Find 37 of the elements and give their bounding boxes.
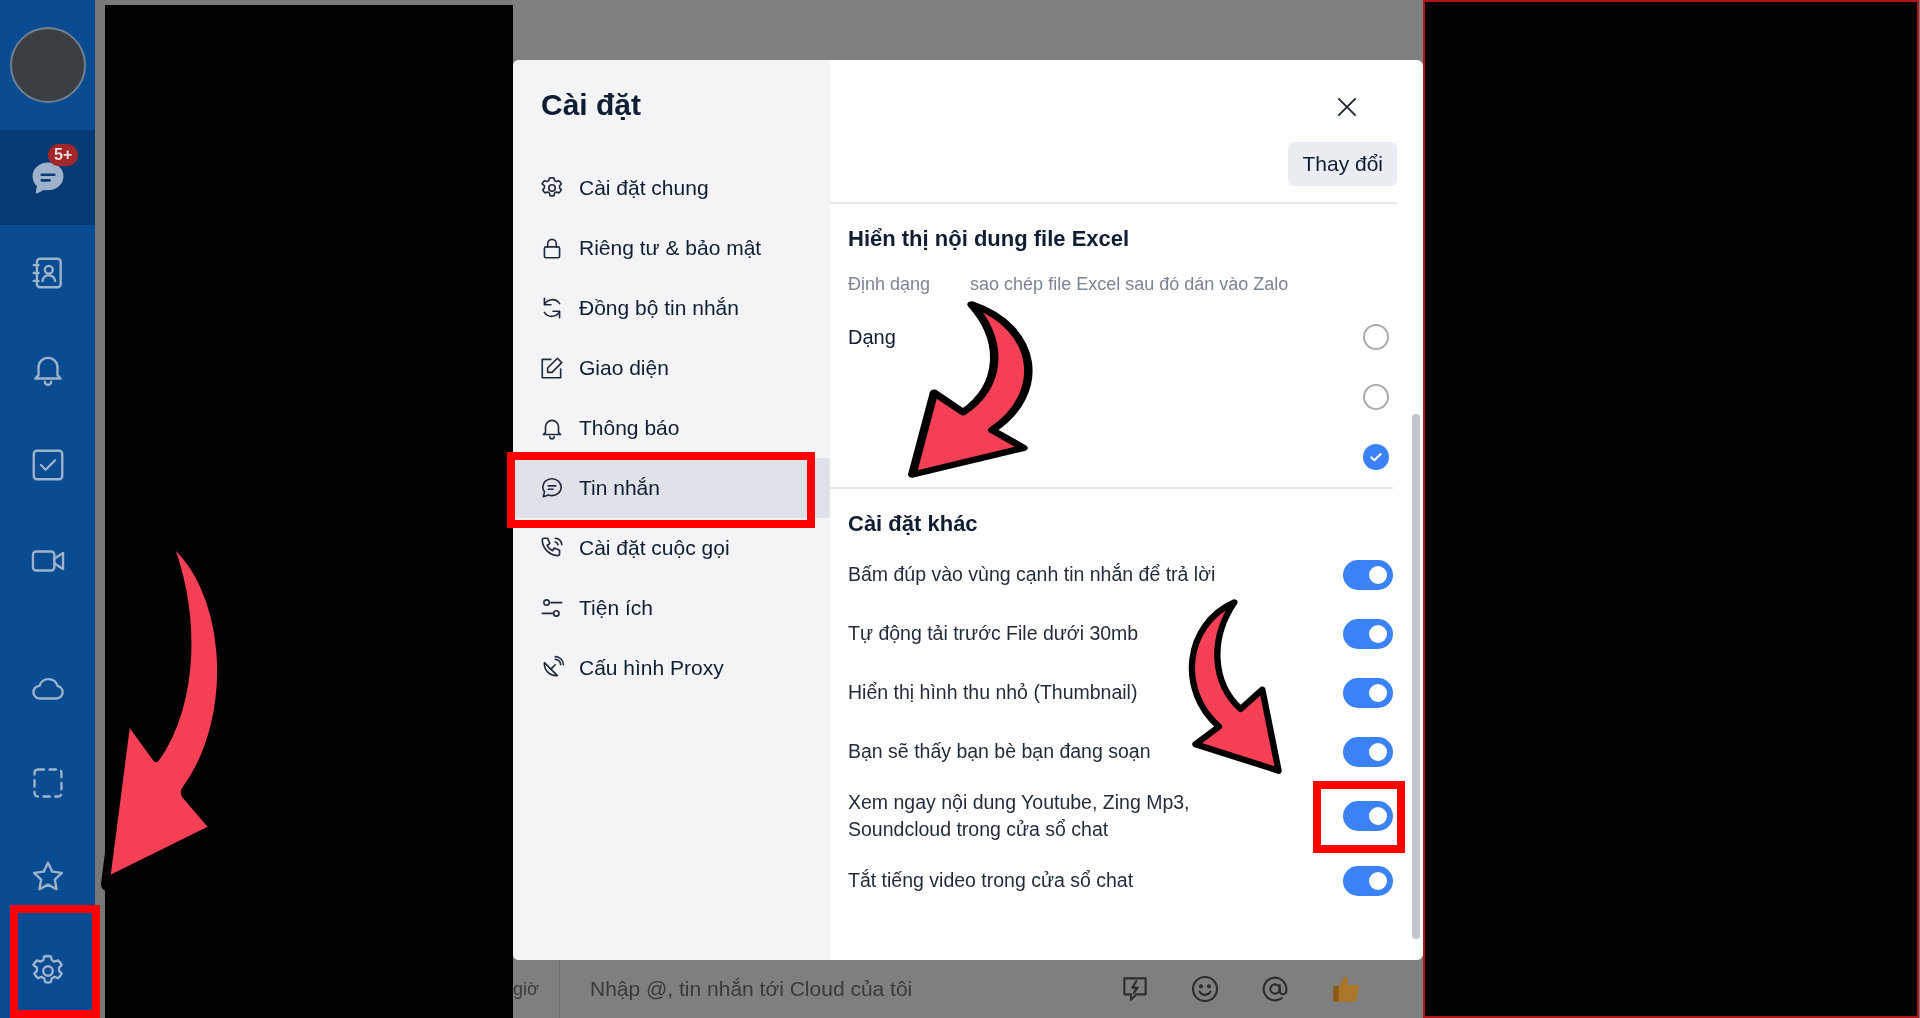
- settings-menu-item[interactable]: Riêng tư & bảo mật: [513, 218, 830, 278]
- toggle-switch[interactable]: [1343, 559, 1393, 590]
- settings-menu-item[interactable]: Cài đặt cuộc gọi: [513, 518, 830, 578]
- settings-menu-item[interactable]: Cấu hình Proxy: [513, 638, 830, 698]
- setting-label: Bấm đúp vào vùng cạnh tin nhắn để trả lời: [848, 561, 1216, 587]
- toggle-switch[interactable]: [1343, 801, 1393, 831]
- toggle-switch[interactable]: [1343, 677, 1393, 708]
- section-title: Cài đặt khác: [848, 511, 979, 537]
- settings-menu-item[interactable]: Tiện ích: [513, 578, 830, 638]
- unread-badge: 5+: [48, 144, 79, 166]
- section-description: sao chép file Excel sau đó dán vào Zalo: [970, 274, 1289, 295]
- toggle-switch[interactable]: [1343, 736, 1393, 767]
- setting-label: Xem ngay nội dung Youtube, Zing Mp3, Soundcloud trong cửa sổ chat: [848, 789, 1191, 842]
- scrollbar[interactable]: [1412, 414, 1420, 939]
- settings-menu-item[interactable]: Giao diện: [513, 338, 830, 398]
- setting-label: Tắt tiếng video trong cửa sổ chat: [848, 867, 1134, 893]
- toggle-switch[interactable]: [1343, 865, 1393, 896]
- settings-menu-item[interactable]: Thông báo: [513, 398, 830, 458]
- section-title: Hiển thị nội dung file Excel: [848, 226, 1131, 252]
- setting-label: Hiển thị hình thu nhỏ (Thumbnail): [848, 679, 1138, 705]
- change-button[interactable]: Thay đổi: [1288, 142, 1397, 186]
- emoji-icon[interactable]: [1189, 973, 1221, 1005]
- settings-menu-item[interactable]: Đồng bộ tin nhắn: [513, 278, 830, 338]
- settings-menu-item[interactable]: Cài đặt chung: [513, 158, 830, 218]
- setting-label: Tự động tải trước File dưới 30mb: [848, 620, 1139, 646]
- time-text: giờ: [513, 978, 540, 1000]
- nav-item[interactable]: 5+: [0, 130, 95, 225]
- pencil-square-icon: [539, 355, 565, 381]
- radio-button[interactable]: [1363, 324, 1389, 350]
- section-description: Định dạng: [848, 274, 931, 295]
- radio-button[interactable]: [1363, 444, 1389, 470]
- settings-menu-item[interactable]: Tin nhắn: [513, 458, 830, 518]
- setting-label: Bạn sẽ thấy bạn bè bạn đang soạn: [848, 738, 1151, 764]
- toggle-switch[interactable]: [1343, 618, 1393, 649]
- dialog-title: Cài đặt: [540, 88, 643, 123]
- option-label: Dạng: [848, 325, 896, 349]
- radio-button[interactable]: [1363, 384, 1389, 410]
